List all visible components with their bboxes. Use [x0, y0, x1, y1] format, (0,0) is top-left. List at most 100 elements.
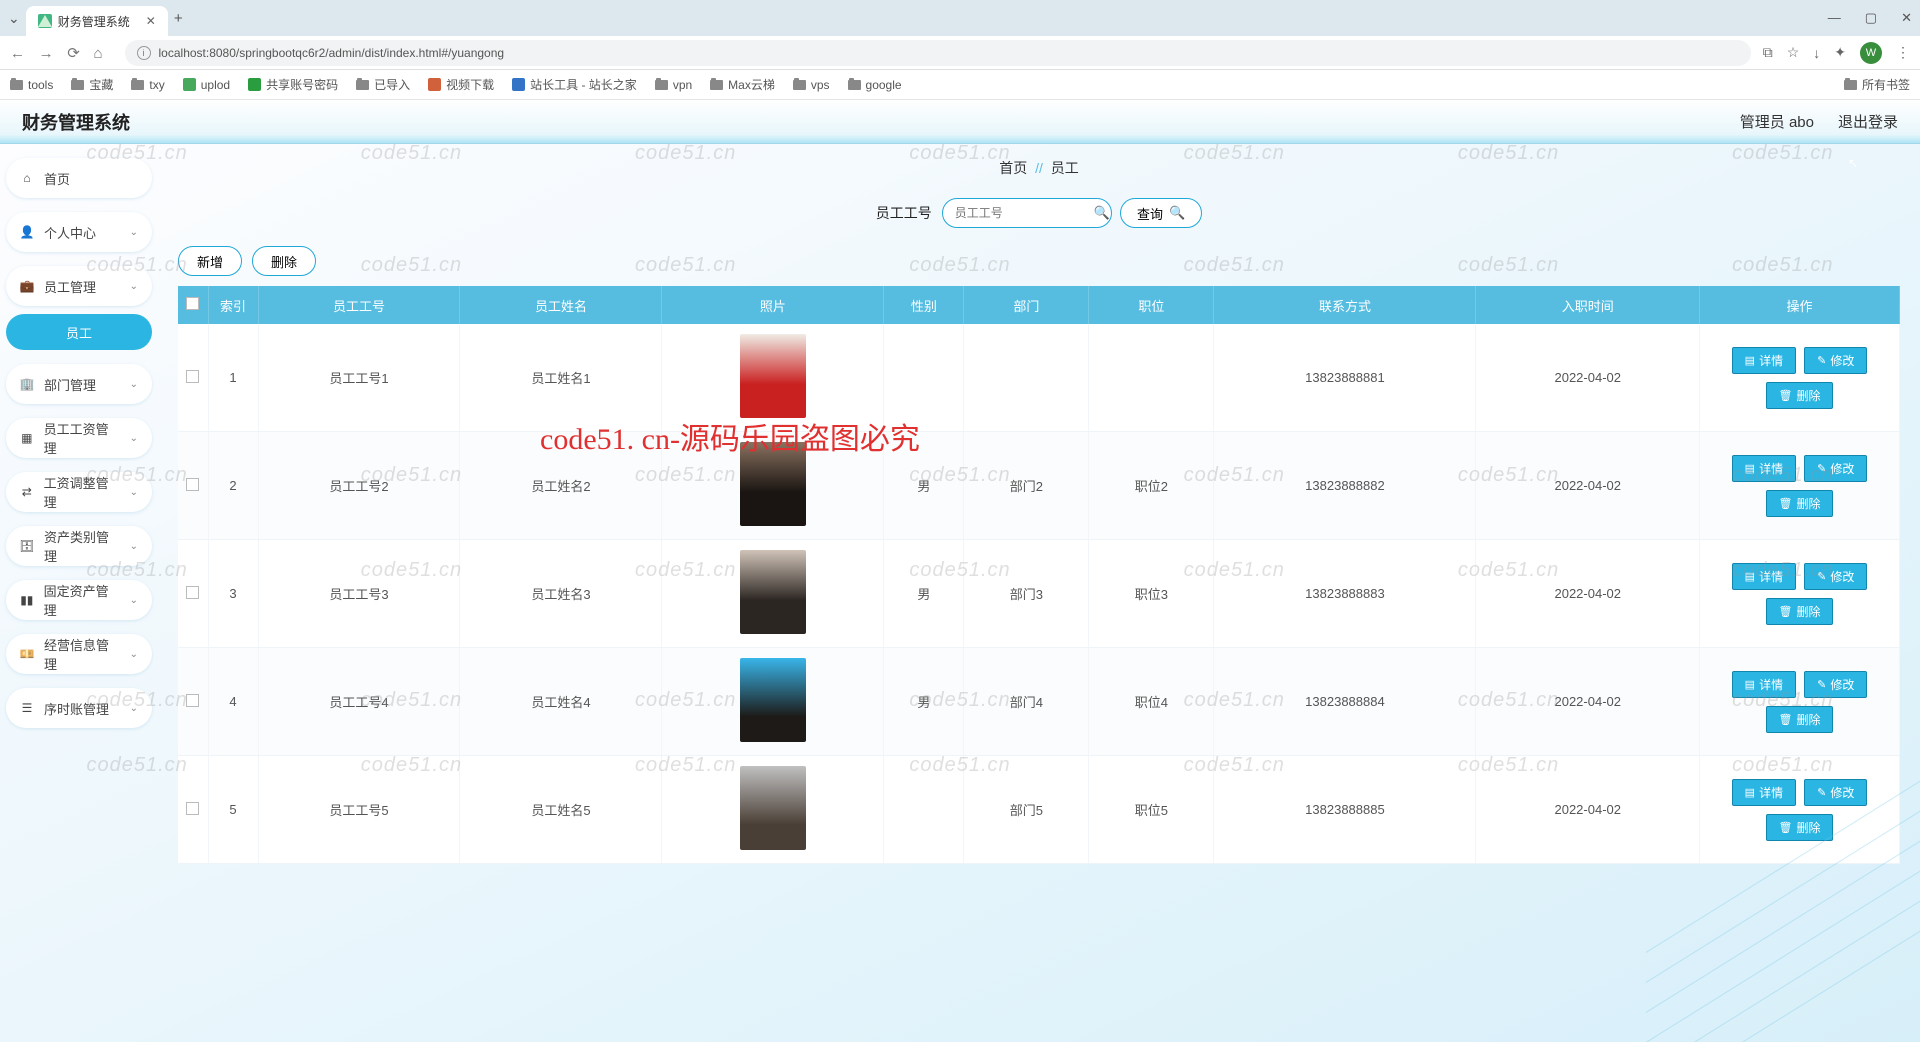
url-text: localhost:8080/springbootqc6r2/admin/dis…	[159, 46, 505, 60]
edit-button[interactable]: ✎修改	[1804, 671, 1867, 698]
breadcrumb-home[interactable]: 首页	[999, 160, 1027, 176]
breadcrumb: 首页 // 员工	[178, 158, 1900, 178]
all-bookmarks[interactable]: 所有书签	[1844, 76, 1910, 93]
row-checkbox[interactable]	[186, 802, 199, 815]
sidebar-item-asset-type[interactable]: 🗄 资产类别管理 ⌄	[6, 526, 152, 566]
window-close-icon[interactable]: ✕	[1901, 10, 1912, 26]
bookmark-star-icon[interactable]: ☆	[1787, 44, 1800, 61]
search-input[interactable]	[942, 198, 1112, 228]
row-delete-button[interactable]: 🗑删除	[1766, 706, 1834, 733]
nav-forward-icon[interactable]: →	[39, 45, 54, 62]
delete-button[interactable]: 删除	[252, 246, 316, 276]
share-icon[interactable]: ⧉	[1763, 44, 1773, 61]
site-info-icon[interactable]: i	[137, 46, 151, 60]
row-checkbox[interactable]	[186, 370, 199, 383]
add-button[interactable]: 新增	[178, 246, 242, 276]
bookmark-item[interactable]: tools	[10, 78, 53, 92]
sidebar-item-profile[interactable]: 👤 个人中心 ⌄	[6, 212, 152, 252]
bookmark-item[interactable]: google	[848, 78, 902, 92]
row-checkbox[interactable]	[186, 586, 199, 599]
sidebar-item-fixed-asset[interactable]: ▮▮ 固定资产管理 ⌄	[6, 580, 152, 620]
row-delete-button[interactable]: 🗑删除	[1766, 490, 1834, 517]
sidebar-subitem-employee[interactable]: 员工 ↖	[6, 314, 152, 350]
new-tab-button[interactable]: +	[174, 10, 183, 27]
cell-date: 2022-04-02	[1476, 648, 1700, 756]
sidebar-item-department[interactable]: 🏢 部门管理 ⌄	[6, 364, 152, 404]
bookmark-item[interactable]: txy	[131, 78, 164, 92]
row-delete-button[interactable]: 🗑删除	[1766, 382, 1834, 409]
cell-pos: 职位5	[1089, 756, 1214, 864]
trash-icon: 🗑	[1779, 497, 1793, 510]
window-minimize-icon[interactable]: —	[1828, 10, 1841, 26]
cell-name: 员工姓名4	[460, 648, 662, 756]
edit-button[interactable]: ✎修改	[1804, 779, 1867, 806]
folder-icon	[10, 80, 23, 90]
table-header-row: 索引 员工工号 员工姓名 照片 性别 部门 职位 联系方式 入职时间 操作	[178, 286, 1900, 324]
search-label: 员工工号	[876, 203, 932, 223]
row-delete-button[interactable]: 🗑删除	[1766, 814, 1834, 841]
cell-ops: ▤详情 ✎修改 🗑删除	[1700, 324, 1900, 432]
bookmark-item[interactable]: uplod	[183, 78, 230, 92]
cell-phone: 13823888881	[1214, 324, 1476, 432]
cell-dept: 部门2	[964, 432, 1089, 540]
cell-phone: 13823888885	[1214, 756, 1476, 864]
employee-photo	[740, 334, 806, 418]
sidebar-item-ledger[interactable]: ☰ 序时账管理 ⌄	[6, 688, 152, 728]
detail-button[interactable]: ▤详情	[1732, 455, 1796, 482]
bookmark-item[interactable]: 视频下载	[428, 76, 494, 93]
nav-home-icon[interactable]: ⌂	[93, 45, 102, 62]
browser-tab-active[interactable]: 财务管理系统 ✕	[26, 6, 168, 36]
query-button[interactable]: 查询 🔍	[1120, 198, 1202, 228]
edit-button[interactable]: ✎修改	[1804, 455, 1867, 482]
nav-back-icon[interactable]: ←	[10, 45, 25, 62]
download-icon[interactable]: ↓	[1813, 45, 1820, 61]
sidebar-item-label: 工资调整管理	[44, 473, 120, 511]
user-icon: 👤	[20, 225, 34, 239]
bookmark-item[interactable]: vps	[793, 78, 830, 92]
edit-button[interactable]: ✎修改	[1804, 563, 1867, 590]
col-index: 索引	[208, 286, 258, 324]
sidebar-item-salary[interactable]: ▦ 员工工资管理 ⌄	[6, 418, 152, 458]
chevron-down-icon: ⌄	[130, 281, 138, 292]
row-checkbox[interactable]	[186, 694, 199, 707]
bookmark-item[interactable]: 共享账号密码	[248, 76, 338, 93]
tab-caret-icon[interactable]: ⌄	[8, 10, 20, 27]
col-pos: 职位	[1089, 286, 1214, 324]
cell-ops: ▤详情 ✎修改 🗑删除	[1700, 756, 1900, 864]
detail-button[interactable]: ▤详情	[1732, 563, 1796, 590]
row-checkbox[interactable]	[186, 478, 199, 491]
logout-link[interactable]: 退出登录	[1838, 111, 1898, 132]
url-input[interactable]: i localhost:8080/springbootqc6r2/admin/d…	[125, 40, 1751, 66]
detail-button[interactable]: ▤详情	[1732, 671, 1796, 698]
cell-pos: 职位4	[1089, 648, 1214, 756]
profile-avatar[interactable]: W	[1860, 42, 1882, 64]
detail-button[interactable]: ▤详情	[1732, 779, 1796, 806]
tab-close-icon[interactable]: ✕	[146, 14, 156, 28]
browser-address-bar: ← → ⟳ ⌂ i localhost:8080/springbootqc6r2…	[0, 36, 1920, 70]
row-delete-button[interactable]: 🗑删除	[1766, 598, 1834, 625]
search-icon[interactable]: 🔍	[1094, 205, 1110, 221]
bookmark-item[interactable]: 站长工具 - 站长之家	[512, 76, 637, 93]
window-maximize-icon[interactable]: ▢	[1865, 10, 1877, 26]
table-row: 5员工工号5员工姓名5部门5职位5138238888852022-04-02▤详…	[178, 756, 1900, 864]
menu-dots-icon[interactable]: ⋮	[1896, 44, 1910, 61]
nav-reload-icon[interactable]: ⟳	[67, 44, 80, 62]
bookmark-item[interactable]: 宝藏	[71, 76, 113, 93]
bookmark-item[interactable]: vpn	[655, 78, 692, 92]
sidebar-item-salary-adjust[interactable]: ⇄ 工资调整管理 ⌄	[6, 472, 152, 512]
select-all-checkbox[interactable]	[186, 297, 199, 310]
bookmark-item[interactable]: 已导入	[356, 76, 410, 93]
edit-button[interactable]: ✎修改	[1804, 347, 1867, 374]
user-label[interactable]: 管理员 abo	[1740, 111, 1814, 132]
extensions-icon[interactable]: ✦	[1834, 44, 1846, 61]
cell-date: 2022-04-02	[1476, 540, 1700, 648]
bookmark-item[interactable]: Max云梯	[710, 76, 775, 93]
sidebar-item-business-info[interactable]: 💴 经营信息管理 ⌄	[6, 634, 152, 674]
pencil-icon: ✎	[1817, 786, 1826, 799]
sidebar-item-home[interactable]: ⌂ 首页	[6, 158, 152, 198]
detail-button[interactable]: ▤详情	[1732, 347, 1796, 374]
cell-gender: 男	[884, 648, 964, 756]
sidebar-item-employee[interactable]: 💼 员工管理 ⌄	[6, 266, 152, 306]
cell-index: 4	[208, 648, 258, 756]
pencil-icon: ✎	[1817, 678, 1826, 691]
